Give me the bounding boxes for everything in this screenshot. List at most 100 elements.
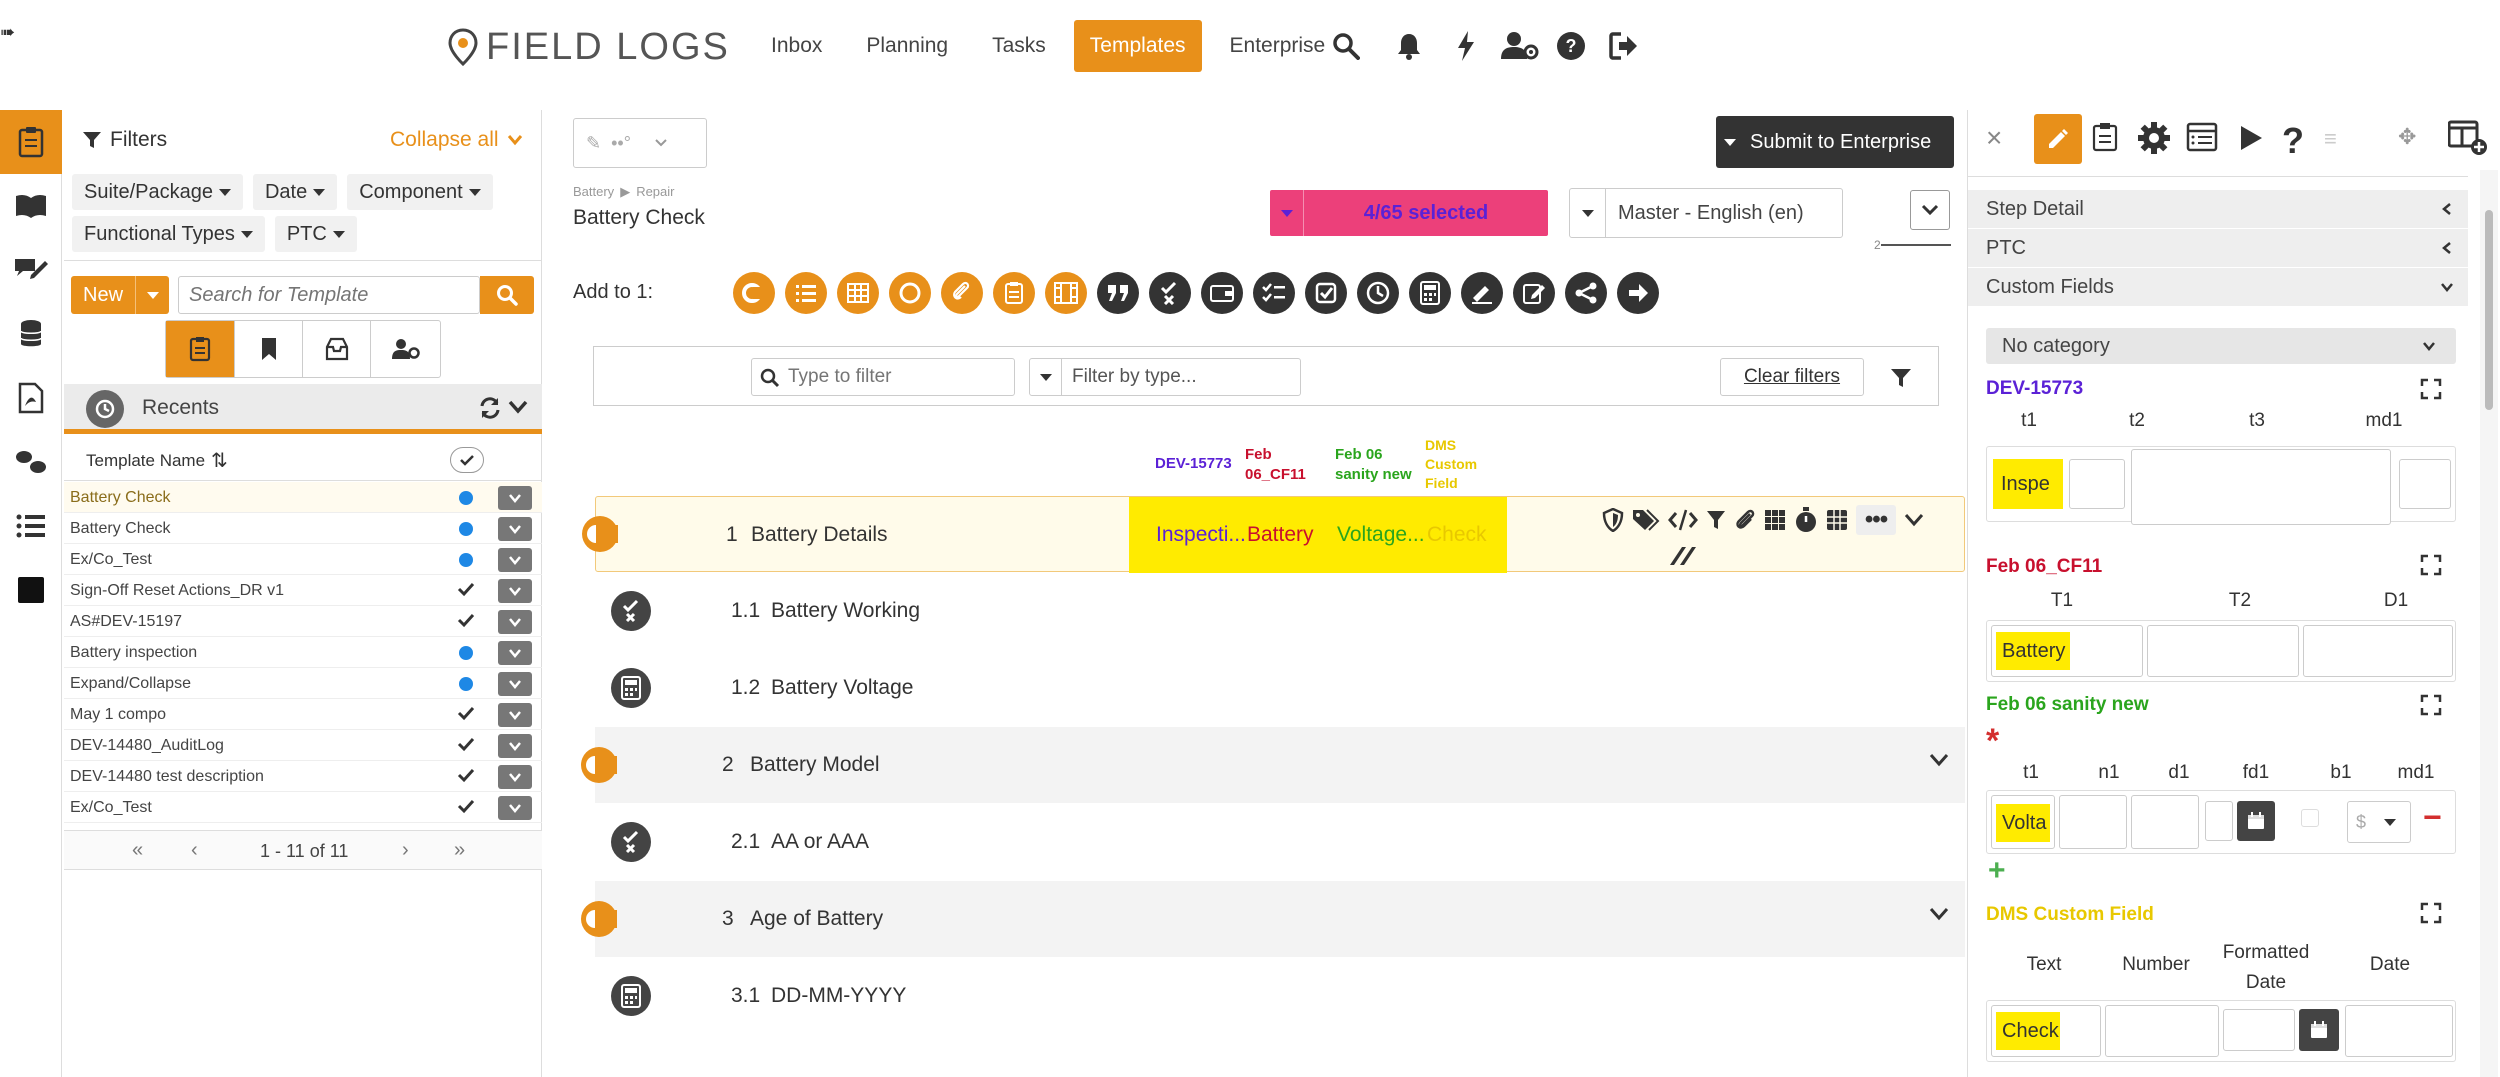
template-row[interactable]: Battery Check xyxy=(64,482,542,513)
cf-dev-t1-value[interactable]: Inspe xyxy=(1993,459,2063,509)
remove-row-icon[interactable]: − xyxy=(2423,799,2442,836)
cf-dms-text-input[interactable]: Check xyxy=(1991,1005,2101,1057)
template-name[interactable]: Ex/Co_Test xyxy=(70,799,152,817)
expand-icon[interactable] xyxy=(2420,554,2442,576)
user-settings-icon[interactable] xyxy=(1500,28,1540,64)
bell-icon[interactable] xyxy=(1391,28,1427,64)
scrollbar-thumb[interactable] xyxy=(2485,210,2493,410)
cf-dev-t2-input[interactable] xyxy=(2069,459,2125,509)
help-icon[interactable]: ? xyxy=(1553,28,1589,64)
cf-sanity-md1-select[interactable]: $ xyxy=(2347,801,2411,843)
prev-page-button[interactable]: ‹ xyxy=(191,839,198,862)
tab-bookmark-icon[interactable] xyxy=(234,321,302,377)
scrollbar-track[interactable] xyxy=(2480,170,2498,1077)
row-expand-button[interactable] xyxy=(498,796,532,820)
nav-tasks[interactable]: Tasks xyxy=(976,20,1062,72)
recents-header[interactable]: Recents xyxy=(64,384,542,434)
template-name[interactable]: Battery Check xyxy=(70,489,170,507)
chevron-down-icon[interactable] xyxy=(1929,753,1949,767)
step-row[interactable]: 3 Age of Battery xyxy=(581,881,1965,957)
new-template-button[interactable]: New xyxy=(71,276,169,314)
edit-tab-pencil-icon[interactable] xyxy=(2034,114,2082,164)
tab-templates-icon[interactable] xyxy=(166,321,234,377)
rail-square-icon[interactable] xyxy=(0,558,62,622)
collapse-arrow-icon[interactable]: ➠ xyxy=(0,22,15,43)
cf-dms-date-input[interactable] xyxy=(2345,1005,2453,1057)
lightning-icon[interactable] xyxy=(1448,28,1484,64)
expand-icon[interactable] xyxy=(2420,902,2442,924)
cf-dms-formatted-date-input[interactable] xyxy=(2223,1009,2295,1051)
template-row[interactable]: Expand/Collapse xyxy=(64,668,542,699)
accordion-step-detail[interactable]: Step Detail xyxy=(1968,190,2468,228)
nav-templates[interactable]: Templates xyxy=(1073,20,1202,72)
cf-sanity-d1-input[interactable] xyxy=(2131,795,2199,849)
cf-sanity-t1-input[interactable]: Volta xyxy=(1991,795,2055,849)
rail-comments-icon[interactable] xyxy=(0,238,62,302)
chevron-down-icon[interactable] xyxy=(1929,907,1949,921)
brand-logo[interactable]: FIELD LOGS xyxy=(448,24,730,70)
close-icon[interactable]: × xyxy=(1986,122,2002,154)
template-row[interactable]: DEV-14480_AuditLog xyxy=(64,730,542,761)
nav-enterprise[interactable]: Enterprise xyxy=(1214,20,1342,72)
template-name[interactable]: Sign-Off Reset Actions_DR v1 xyxy=(70,582,284,600)
row-expand-button[interactable] xyxy=(498,548,532,572)
template-name[interactable]: May 1 compo xyxy=(70,706,166,724)
row-expand-button[interactable] xyxy=(498,672,532,696)
template-row[interactable]: AS#DEV-15197 xyxy=(64,606,542,637)
template-search-input[interactable] xyxy=(178,276,480,314)
category-select[interactable]: No category xyxy=(1986,328,2456,364)
suite-package-filter[interactable]: Suite/Package xyxy=(72,174,243,210)
gear-tab-icon[interactable] xyxy=(2138,122,2170,154)
cf-sanity-n1-input[interactable] xyxy=(2059,795,2127,849)
expand-icon[interactable] xyxy=(2420,378,2442,400)
row-expand-button[interactable] xyxy=(498,641,532,665)
component-filter[interactable]: Component xyxy=(347,174,493,210)
ptc-filter[interactable]: PTC xyxy=(274,216,357,252)
template-row[interactable]: May 1 compo xyxy=(64,699,542,730)
help-tab-icon[interactable]: ? xyxy=(2282,120,2304,162)
step-row[interactable]: 3.1 DD-MM-YYYY xyxy=(595,958,1965,1034)
rail-book-icon[interactable] xyxy=(0,174,62,238)
accordion-custom-fields[interactable]: Custom Fields xyxy=(1968,268,2468,306)
row-expand-button[interactable] xyxy=(498,486,532,510)
nav-inbox[interactable]: Inbox xyxy=(755,20,838,72)
rail-list-icon[interactable] xyxy=(0,494,62,558)
row-expand-button[interactable] xyxy=(498,610,532,634)
step-row[interactable]: 2.1 AA or AAA xyxy=(595,804,1965,880)
functional-types-filter[interactable]: Functional Types xyxy=(72,216,265,252)
calendar-button[interactable] xyxy=(2237,801,2275,841)
collapse-all-link[interactable]: Collapse all xyxy=(390,128,523,152)
expand-icon[interactable] xyxy=(2420,694,2442,716)
row-expand-button[interactable] xyxy=(498,765,532,789)
template-name-header[interactable]: Template Name xyxy=(86,451,205,471)
refresh-icon[interactable] xyxy=(478,396,502,420)
tab-archive-icon[interactable] xyxy=(302,321,370,377)
cf-sanity-fd1-input[interactable] xyxy=(2205,801,2233,841)
step-row[interactable]: 1.2 Battery Voltage xyxy=(595,650,1965,726)
search-button[interactable] xyxy=(480,276,534,314)
cf-sanity-b1-checkbox[interactable] xyxy=(2301,809,2319,827)
row-expand-button[interactable] xyxy=(498,734,532,758)
select-all-toggle[interactable] xyxy=(450,447,484,473)
template-row[interactable]: Battery Check xyxy=(64,513,542,544)
template-row[interactable]: Battery inspection xyxy=(64,637,542,668)
rail-database-icon[interactable] xyxy=(0,302,62,366)
template-row[interactable]: Ex/Co_Test xyxy=(64,792,542,823)
template-name[interactable]: Battery inspection xyxy=(70,644,197,662)
cf-dev-t3-textarea[interactable] xyxy=(2131,449,2391,525)
step-row[interactable]: 2 Battery Model xyxy=(581,727,1965,803)
chevron-down-icon[interactable] xyxy=(508,400,528,414)
logout-icon[interactable] xyxy=(1606,28,1642,64)
new-dropdown-caret[interactable] xyxy=(135,276,169,314)
cf-dms-number-input[interactable] xyxy=(2105,1005,2219,1057)
cf-dev-md1-input[interactable] xyxy=(2399,459,2451,509)
row-expand-button[interactable] xyxy=(498,517,532,541)
accordion-ptc[interactable]: PTC xyxy=(1968,229,2468,267)
date-filter[interactable]: Date xyxy=(252,174,338,210)
template-name[interactable]: Ex/Co_Test xyxy=(70,551,152,569)
template-row[interactable]: DEV-14480 test description xyxy=(64,761,542,792)
template-name[interactable]: AS#DEV-15197 xyxy=(70,613,182,631)
clipboard-tab-icon[interactable] xyxy=(2092,122,2118,152)
template-row[interactable]: Sign-Off Reset Actions_DR v1 xyxy=(64,575,542,606)
last-page-button[interactable]: » xyxy=(454,839,465,862)
